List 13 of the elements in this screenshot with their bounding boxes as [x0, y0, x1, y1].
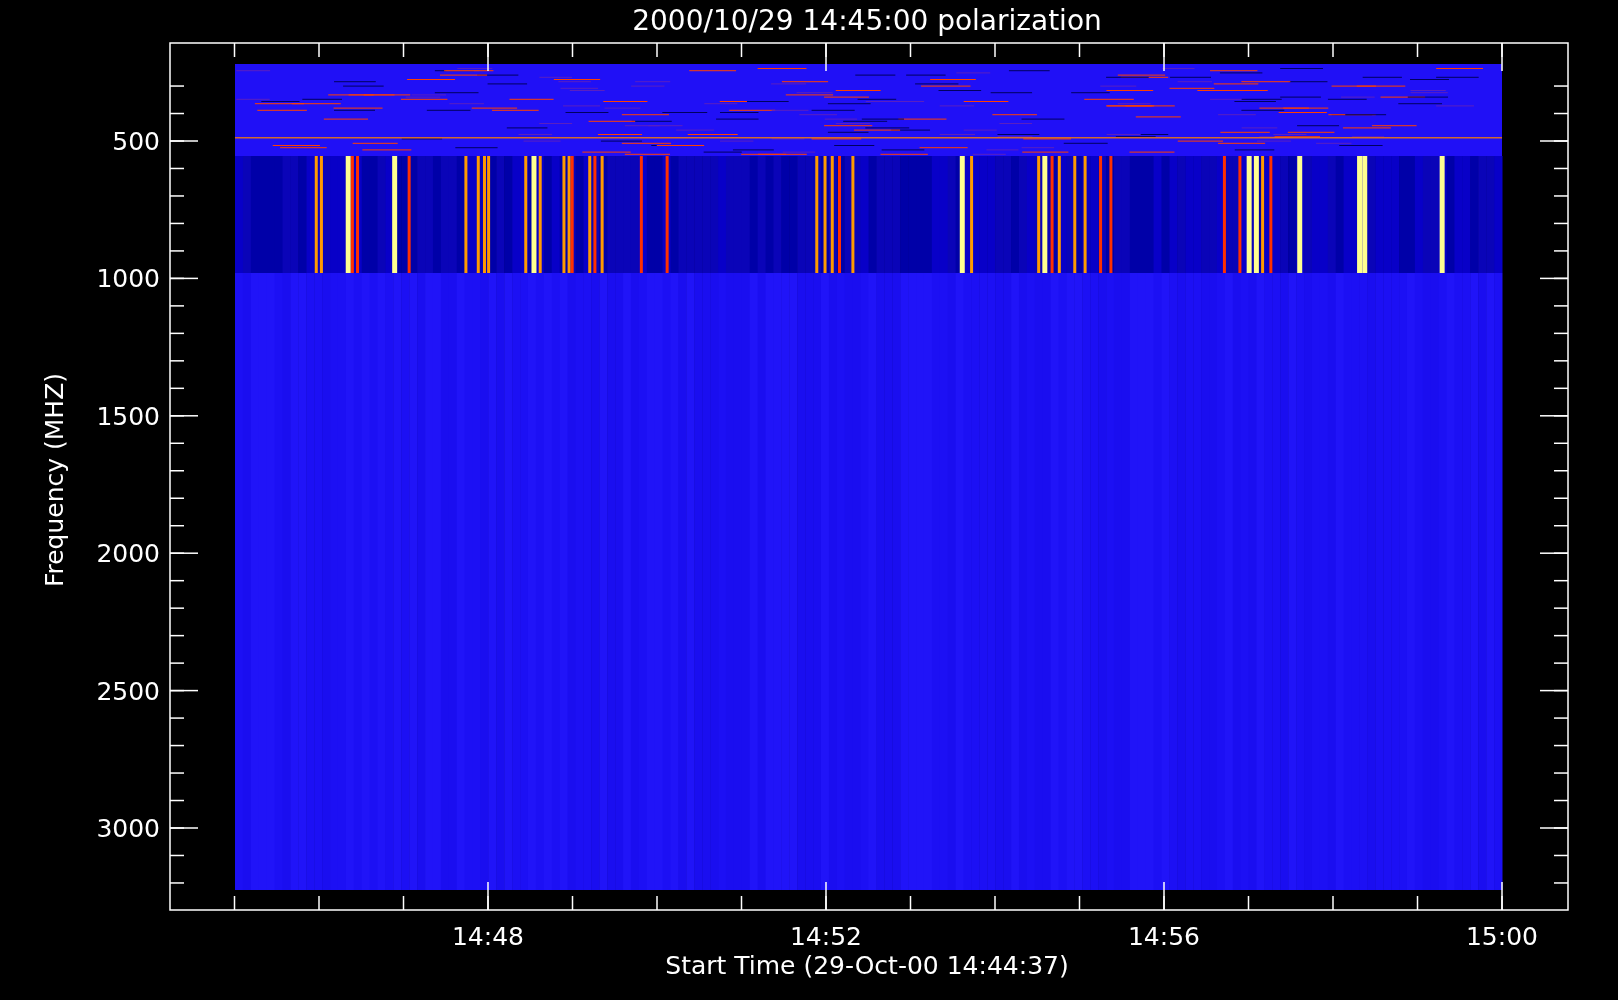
- y-tick-label: 2500: [96, 676, 160, 706]
- y-tick-label: 500: [112, 127, 160, 156]
- y-tick-label: 2000: [96, 539, 160, 569]
- x-axis-label: Start Time (29-Oct-00 14:44:37): [665, 951, 1069, 980]
- y-tick-label: 1000: [96, 264, 160, 294]
- plot-title: 2000/10/29 14:45:00 polarization: [632, 4, 1102, 37]
- x-tick-label: 14:52: [790, 922, 862, 951]
- x-tick-label: 14:48: [452, 922, 524, 951]
- x-tick-label: 15:00: [1466, 922, 1538, 951]
- y-axis-label: Frequency (MHZ): [40, 372, 69, 588]
- y-tick-label: 1500: [96, 401, 160, 431]
- y-tick-label: 3000: [96, 814, 160, 843]
- x-tick-label: 14:56: [1128, 922, 1200, 951]
